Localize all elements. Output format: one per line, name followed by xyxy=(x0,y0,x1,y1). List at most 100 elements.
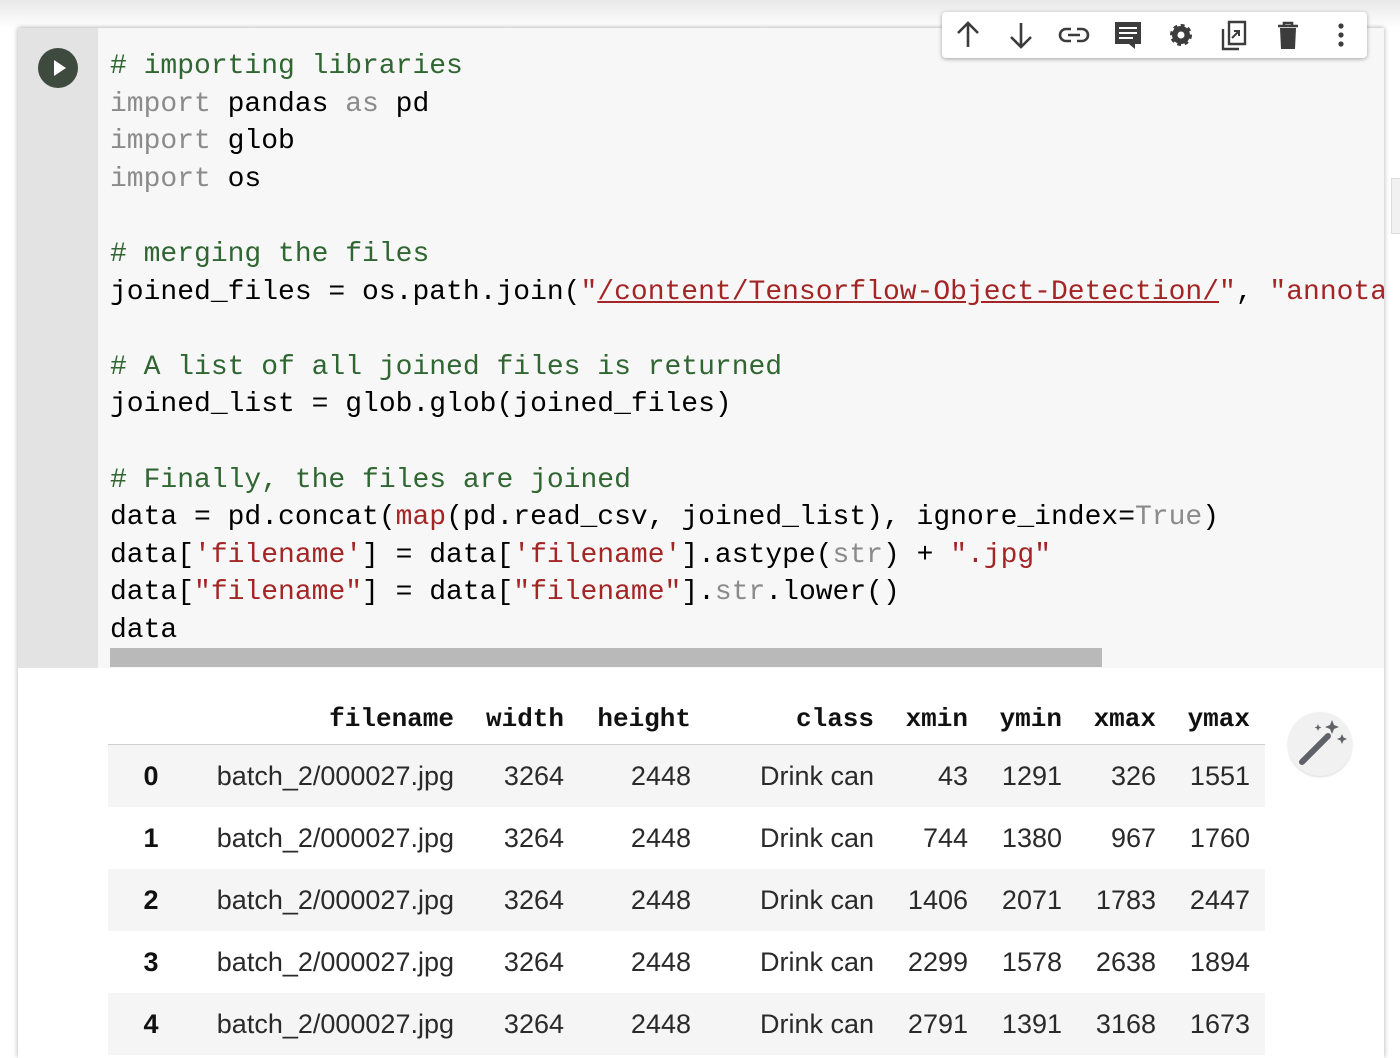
column-header-height: height xyxy=(564,694,691,745)
arrow-down-icon xyxy=(1010,23,1032,49)
cell-ymax: 1551 xyxy=(1189,760,1250,791)
column-header-index xyxy=(108,694,194,745)
cell-gutter xyxy=(18,28,98,668)
code-comment: # importing libraries xyxy=(110,51,463,82)
cell-xmax: 2638 xyxy=(1095,946,1156,977)
more-vert-icon xyxy=(1338,23,1344,47)
cell-ymin: 1391 xyxy=(1001,1008,1062,1039)
table-row: 3 batch_2/000027.jpg 3264 2448 Drink can 2299… xyxy=(108,931,1265,993)
cell-index: 2 xyxy=(143,884,159,915)
cell-width: 3264 xyxy=(503,822,564,853)
code-text[interactable]: # importing libraries import pandas as p… xyxy=(110,48,1384,650)
code-keyword: import xyxy=(110,126,211,158)
delete-cell-button[interactable] xyxy=(1269,17,1307,53)
code-builtin: str xyxy=(714,577,766,609)
cell-class: Drink can xyxy=(759,884,874,915)
code-token: , xyxy=(1235,276,1270,308)
mirror-cell-button[interactable] xyxy=(1215,17,1253,53)
cell-width: 3264 xyxy=(503,884,564,915)
move-cell-down-button[interactable] xyxy=(1002,17,1040,53)
magic-wand-icon xyxy=(1299,720,1347,765)
cell-ymin: 1291 xyxy=(1001,760,1062,791)
code-keyword: import xyxy=(110,88,211,120)
code-token: ].astype( xyxy=(681,539,833,571)
cell-xmax: 3168 xyxy=(1095,1008,1156,1039)
code-builtin: map xyxy=(395,502,447,534)
code-token: os xyxy=(210,163,262,195)
table-row: 2 batch_2/000027.jpg 3264 2448 Drink can 1406… xyxy=(108,869,1265,931)
table-row: 4 batch_2/000027.jpg 3264 2448 Drink can 2791… xyxy=(108,993,1265,1055)
column-header-filename: filename xyxy=(194,694,454,745)
add-comment-button[interactable] xyxy=(1109,17,1147,53)
link-icon xyxy=(1058,27,1090,43)
code-editor[interactable]: # importing libraries import pandas as p… xyxy=(98,28,1384,668)
table-body: 0 batch_2/000027.jpg 3264 2448 Drink can 43 12… xyxy=(108,744,1265,1055)
cell-ymin: 1578 xyxy=(1001,946,1062,977)
move-cell-up-button[interactable] xyxy=(949,17,987,53)
cell-ymax: 2447 xyxy=(1189,884,1250,915)
cell-xmin: 744 xyxy=(922,822,968,853)
cell-height: 2448 xyxy=(630,1008,691,1039)
code-token: ]. xyxy=(681,577,715,609)
table-row: 1 batch_2/000027.jpg 3264 2448 Drink can 744 1… xyxy=(108,807,1265,869)
code-keyword: True xyxy=(1135,502,1203,534)
code-token: glob xyxy=(210,126,295,158)
cell-class: Drink can xyxy=(759,1008,874,1039)
column-header-pad xyxy=(1250,694,1265,745)
code-token: pandas xyxy=(210,88,346,120)
column-header-xmax: xmax xyxy=(1062,694,1156,745)
code-token: joined_list = glob.glob(joined_files) xyxy=(110,389,732,421)
cell-xmax: 967 xyxy=(1110,822,1156,853)
dataframe-suggest-button[interactable] xyxy=(1288,712,1352,776)
code-cell[interactable]: # importing libraries import pandas as p… xyxy=(18,28,1384,1058)
code-keyword: import xyxy=(110,163,211,195)
code-comment: # A list of all joined files is returned xyxy=(110,351,783,383)
cell-filename: batch_2/000027.jpg xyxy=(216,946,454,977)
code-token: (pd.read_csv, joined_list), ignore_index… xyxy=(446,502,1135,534)
comment-icon xyxy=(1115,22,1141,49)
cell-pad xyxy=(1250,869,1265,931)
cell-ymin: 1380 xyxy=(1001,822,1062,853)
cell-height: 2448 xyxy=(630,760,691,791)
copy-link-button[interactable] xyxy=(1055,17,1093,53)
gear-icon xyxy=(1170,24,1192,46)
cell-width: 3264 xyxy=(503,1008,564,1039)
run-cell-button[interactable] xyxy=(38,48,78,88)
more-actions-button[interactable] xyxy=(1322,17,1360,53)
column-header-ymax: ymax xyxy=(1156,694,1250,745)
column-header-width: width xyxy=(454,694,564,745)
code-token: data[ xyxy=(110,539,195,571)
cell-settings-button[interactable] xyxy=(1162,17,1200,53)
table-header-row: filename width height class xmin ymin xm… xyxy=(108,694,1265,745)
cell-class: Drink can xyxy=(759,760,874,791)
play-icon xyxy=(54,60,66,76)
cell-xmin: 2299 xyxy=(907,946,968,977)
cell-xmax: 326 xyxy=(1110,760,1156,791)
trash-icon xyxy=(1278,21,1298,49)
code-token: data = pd.concat( xyxy=(110,502,396,534)
cell-pad xyxy=(1250,931,1265,993)
cell-pad xyxy=(1250,807,1265,869)
column-header-xmin: xmin xyxy=(874,694,968,745)
cell-filename: batch_2/000027.jpg xyxy=(216,1008,454,1039)
cell-filename: batch_2/000027.jpg xyxy=(216,822,454,853)
cell-output: filename width height class xmin ymin xm… xyxy=(18,668,1384,1058)
cell-index: 3 xyxy=(143,946,159,977)
column-header-class: class xyxy=(691,694,874,745)
cell-toolbar xyxy=(942,12,1367,58)
code-string: 'filename' xyxy=(194,539,363,571)
horizontal-scrollbar[interactable] xyxy=(110,648,1102,667)
code-token: .lower() xyxy=(765,577,900,609)
cell-ymax: 1894 xyxy=(1189,946,1250,977)
code-string-link[interactable]: /content/Tensorflow-Object-Detection/ xyxy=(597,277,1219,308)
arrow-up-icon xyxy=(957,21,979,47)
cell-xmax: 1783 xyxy=(1095,884,1156,915)
vertical-scrollbar-thumb[interactable] xyxy=(1391,178,1400,234)
cell-width: 3264 xyxy=(503,946,564,977)
code-string: "filename" xyxy=(513,577,682,609)
code-string: " xyxy=(1219,276,1236,308)
cell-class: Drink can xyxy=(759,946,874,977)
code-string: ".jpg" xyxy=(950,539,1052,571)
cell-filename: batch_2/000027.jpg xyxy=(216,760,454,791)
cell-index: 1 xyxy=(143,822,159,853)
